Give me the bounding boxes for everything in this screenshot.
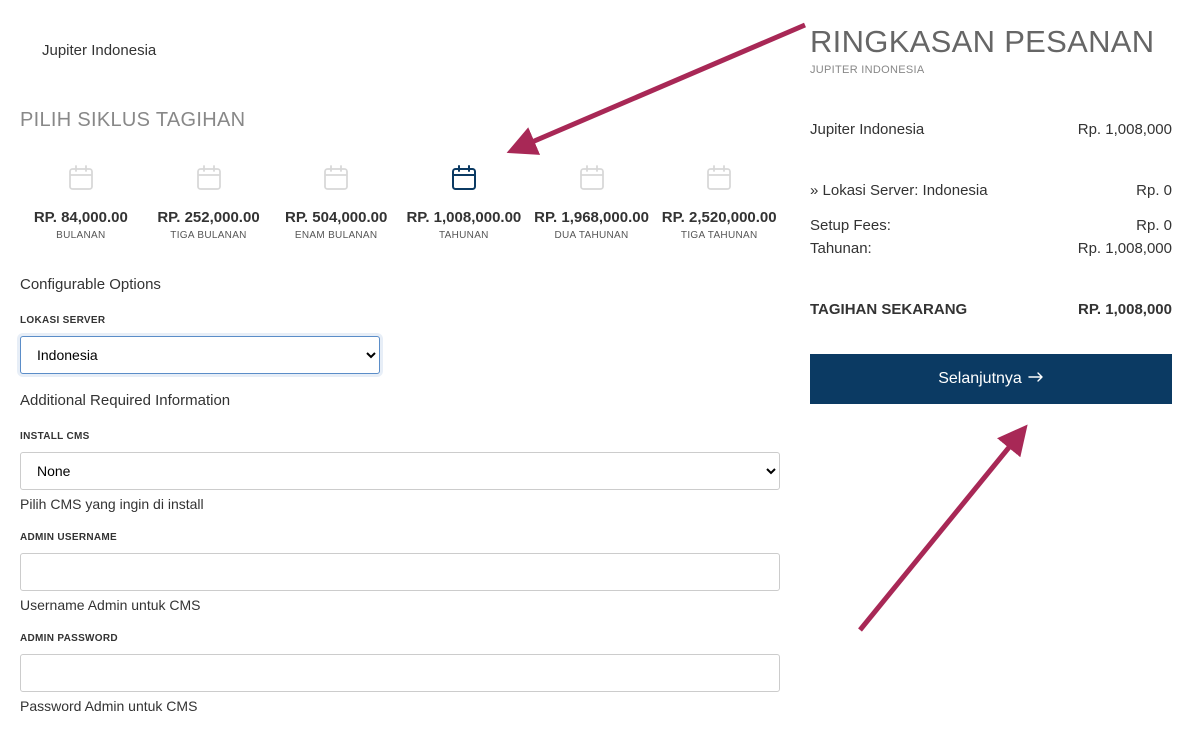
server-location-label: LOKASI SERVER xyxy=(20,315,780,326)
next-button[interactable]: Selanjutnya xyxy=(810,354,1172,404)
billing-cycle-option[interactable]: RP. 84,000.00 BULANAN xyxy=(20,162,142,241)
server-location-select[interactable]: Indonesia xyxy=(20,336,380,374)
calendar-icon xyxy=(576,162,608,194)
cycle-price: RP. 1,008,000.00 xyxy=(406,209,521,226)
configurable-options-heading: Configurable Options xyxy=(20,276,780,293)
billing-cycle-heading: PILIH SIKLUS TAGIHAN xyxy=(20,109,780,132)
cycle-label: DUA TAHUNAN xyxy=(554,230,628,241)
calendar-icon xyxy=(65,162,97,194)
admin-username-hint: Username Admin untuk CMS xyxy=(20,597,780,613)
admin-password-label: ADMIN PASSWORD xyxy=(20,633,780,644)
billing-cycle-option[interactable]: RP. 1,008,000.00 TAHUNAN xyxy=(403,162,525,241)
order-summary-subtitle: JUPITER INDONESIA xyxy=(810,64,1172,76)
arrow-right-icon xyxy=(1028,370,1044,388)
cycle-label: TIGA TAHUNAN xyxy=(681,230,758,241)
additional-info-heading: Additional Required Information xyxy=(20,392,780,409)
summary-setup-fees-row: Setup Fees: Rp. 0 xyxy=(810,217,1172,234)
billing-cycle-option[interactable]: RP. 1,968,000.00 DUA TAHUNAN xyxy=(531,162,653,241)
summary-product-price: Rp. 1,008,000 xyxy=(1078,121,1172,138)
calendar-icon xyxy=(448,162,480,194)
billing-cycle-options: RP. 84,000.00 BULANAN RP. 252,000.00 TIGA B… xyxy=(20,162,780,241)
billing-cycle-option[interactable]: RP. 252,000.00 TIGA BULANAN xyxy=(148,162,270,241)
calendar-icon xyxy=(703,162,735,194)
summary-total-price: RP. 1,008,000 xyxy=(1078,301,1172,318)
summary-total-row: TAGIHAN SEKARANG RP. 1,008,000 xyxy=(810,301,1172,318)
cycle-label: BULANAN xyxy=(56,230,105,241)
calendar-icon xyxy=(193,162,225,194)
summary-product-row: Jupiter Indonesia Rp. 1,008,000 xyxy=(810,121,1172,138)
admin-password-input[interactable] xyxy=(20,654,780,692)
cycle-price: RP. 84,000.00 xyxy=(34,209,128,226)
install-cms-label: INSTALL CMS xyxy=(20,431,780,442)
next-button-label: Selanjutnya xyxy=(938,370,1022,388)
admin-username-input[interactable] xyxy=(20,553,780,591)
summary-server-location-label: » Lokasi Server: Indonesia xyxy=(810,182,988,199)
admin-username-label: ADMIN USERNAME xyxy=(20,532,780,543)
product-title: Jupiter Indonesia xyxy=(20,42,780,59)
summary-period-price: Rp. 1,008,000 xyxy=(1078,240,1172,257)
billing-cycle-option[interactable]: RP. 504,000.00 ENAM BULANAN xyxy=(275,162,397,241)
cycle-price: RP. 2,520,000.00 xyxy=(662,209,777,226)
cycle-price: RP. 1,968,000.00 xyxy=(534,209,649,226)
cycle-label: ENAM BULANAN xyxy=(295,230,378,241)
summary-server-location-row: » Lokasi Server: Indonesia Rp. 0 xyxy=(810,182,1172,199)
summary-setup-fees-label: Setup Fees: xyxy=(810,217,891,234)
order-summary-title: RINGKASAN PESANAN xyxy=(810,24,1172,60)
cycle-label: TIGA BULANAN xyxy=(170,230,246,241)
cycle-price: RP. 504,000.00 xyxy=(285,209,387,226)
install-cms-select[interactable]: None xyxy=(20,452,780,490)
summary-setup-fees-price: Rp. 0 xyxy=(1136,217,1172,234)
cycle-label: TAHUNAN xyxy=(439,230,489,241)
calendar-icon xyxy=(320,162,352,194)
summary-period-row: Tahunan: Rp. 1,008,000 xyxy=(810,240,1172,257)
summary-period-label: Tahunan: xyxy=(810,240,872,257)
summary-server-location-price: Rp. 0 xyxy=(1136,182,1172,199)
cycle-price: RP. 252,000.00 xyxy=(157,209,259,226)
summary-total-label: TAGIHAN SEKARANG xyxy=(810,301,967,318)
billing-cycle-option[interactable]: RP. 2,520,000.00 TIGA TAHUNAN xyxy=(658,162,780,241)
admin-password-hint: Password Admin untuk CMS xyxy=(20,698,780,714)
install-cms-hint: Pilih CMS yang ingin di install xyxy=(20,496,780,512)
summary-product-name: Jupiter Indonesia xyxy=(810,121,924,138)
